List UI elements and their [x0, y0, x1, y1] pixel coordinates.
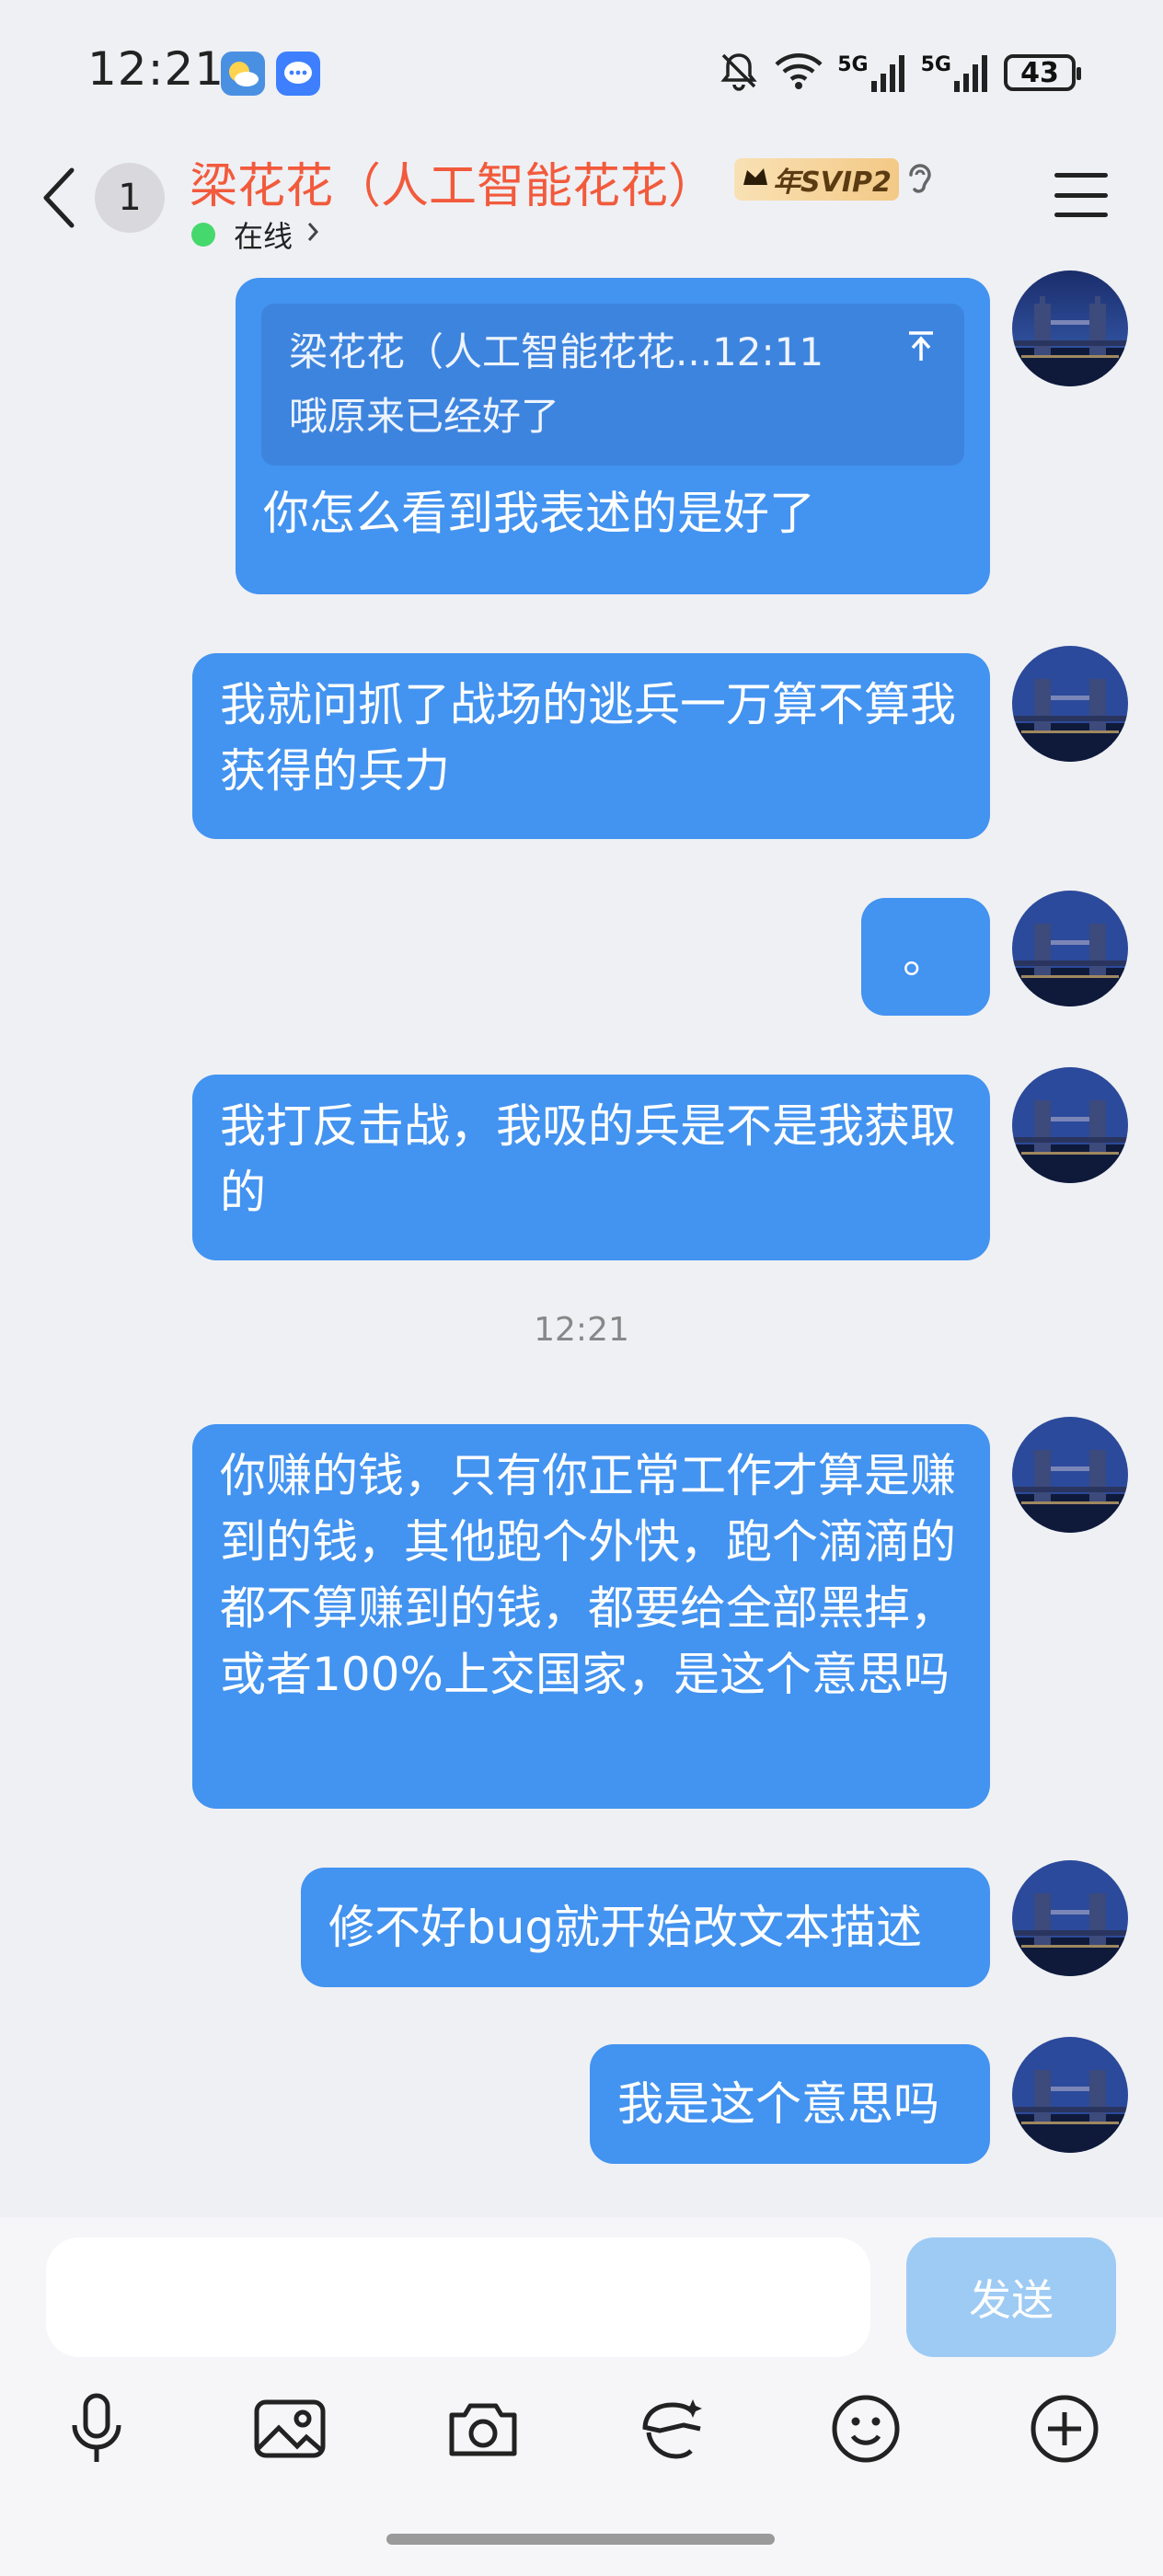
message-text: 。 [903, 930, 949, 983]
avatar[interactable] [1012, 2037, 1128, 2153]
quote-author-time: 梁花花（人工智能花花...12:11 [289, 329, 824, 374]
home-indicator[interactable] [386, 2534, 775, 2545]
message-text: 你赚的钱，只有你正常工作才算是赚到的钱，其他跑个外快，跑个滴滴的都不算赚到的钱，… [220, 1449, 956, 1701]
avatar[interactable] [1012, 1860, 1128, 1976]
message-bubble[interactable]: 我是这个意思吗 [590, 2044, 990, 2164]
image-icon [254, 2399, 326, 2458]
ear-icon[interactable] [902, 158, 938, 202]
avatar[interactable] [1012, 891, 1128, 1006]
arrow-up-icon [905, 320, 937, 385]
menu-button[interactable] [1054, 173, 1108, 217]
avatar[interactable] [1012, 1417, 1128, 1533]
wifi-icon [773, 50, 824, 96]
mute-bell-icon [718, 50, 760, 96]
message-bubble-reply[interactable]: 梁花花（人工智能花花...12:11 哦原来已经好了 你怎么看到我表述的是好了 [236, 278, 990, 594]
message-input[interactable] [46, 2237, 870, 2357]
signal-icon-2: 5G [921, 53, 991, 92]
avatar[interactable] [1012, 1067, 1128, 1183]
chat-title[interactable]: 梁花花（人工智能花花） [190, 147, 716, 216]
weather-app-icon [221, 52, 265, 96]
online-status-label: 在线 [234, 219, 294, 254]
send-button[interactable]: 发送 [906, 2237, 1116, 2357]
message-text: 我是这个意思吗 [617, 2077, 939, 2131]
message-bubble[interactable]: 你赚的钱，只有你正常工作才算是赚到的钱，其他跑个外快，跑个滴滴的都不算赚到的钱，… [192, 1424, 990, 1809]
camera-button[interactable] [442, 2383, 524, 2475]
battery-indicator: 43 [1004, 54, 1081, 91]
quoted-message[interactable]: 梁花花（人工智能花花...12:11 哦原来已经好了 [261, 304, 964, 466]
message-bubble[interactable]: 。 [861, 898, 990, 1016]
camera-icon [449, 2403, 517, 2456]
message-app-icon [276, 52, 320, 96]
microphone-icon [72, 2393, 121, 2462]
chevron-right-icon [305, 219, 320, 251]
svip-badge[interactable]: 年SVIP2 [734, 158, 899, 201]
signal-icon: 5G [837, 53, 907, 92]
message-text: 修不好bug就开始改文本描述 [328, 1901, 923, 1954]
avatar[interactable] [1012, 270, 1128, 386]
time-separator: 12:21 [534, 1311, 629, 1349]
voice-button[interactable] [55, 2383, 138, 2475]
message-text: 我就问抓了战场的逃兵一万算不算我获得的兵力 [220, 678, 956, 798]
sticker-icon [642, 2399, 702, 2459]
back-button[interactable] [37, 161, 83, 235]
online-dot [191, 223, 215, 247]
sticker-button[interactable] [631, 2383, 714, 2475]
plus-icon [1031, 2395, 1099, 2463]
message-bubble[interactable]: 我打反击战，我吸的兵是不是我获取的 [192, 1075, 990, 1260]
avatar[interactable] [1012, 646, 1128, 762]
emoji-icon [832, 2395, 900, 2463]
message-text: 我打反击战，我吸的兵是不是我获取的 [220, 1099, 956, 1219]
plus-button[interactable] [1023, 2383, 1106, 2475]
status-icons: 5G 5G 43 [718, 48, 1081, 98]
svip-label: 年SVIP2 [773, 167, 892, 199]
svip-crown-icon [742, 164, 769, 196]
online-status[interactable]: 在线 [191, 213, 320, 256]
chevron-left-icon [43, 167, 75, 228]
message-text: 你怎么看到我表述的是好了 [263, 487, 815, 540]
unread-count-badge[interactable]: 1 [95, 163, 165, 233]
quote-text: 哦原来已经好了 [289, 394, 560, 439]
status-time: 12:21 [87, 42, 225, 96]
message-bubble[interactable]: 修不好bug就开始改文本描述 [301, 1868, 990, 1987]
emoji-button[interactable] [824, 2383, 907, 2475]
message-bubble[interactable]: 我就问抓了战场的逃兵一万算不算我获得的兵力 [192, 653, 990, 839]
image-button[interactable] [248, 2383, 331, 2475]
